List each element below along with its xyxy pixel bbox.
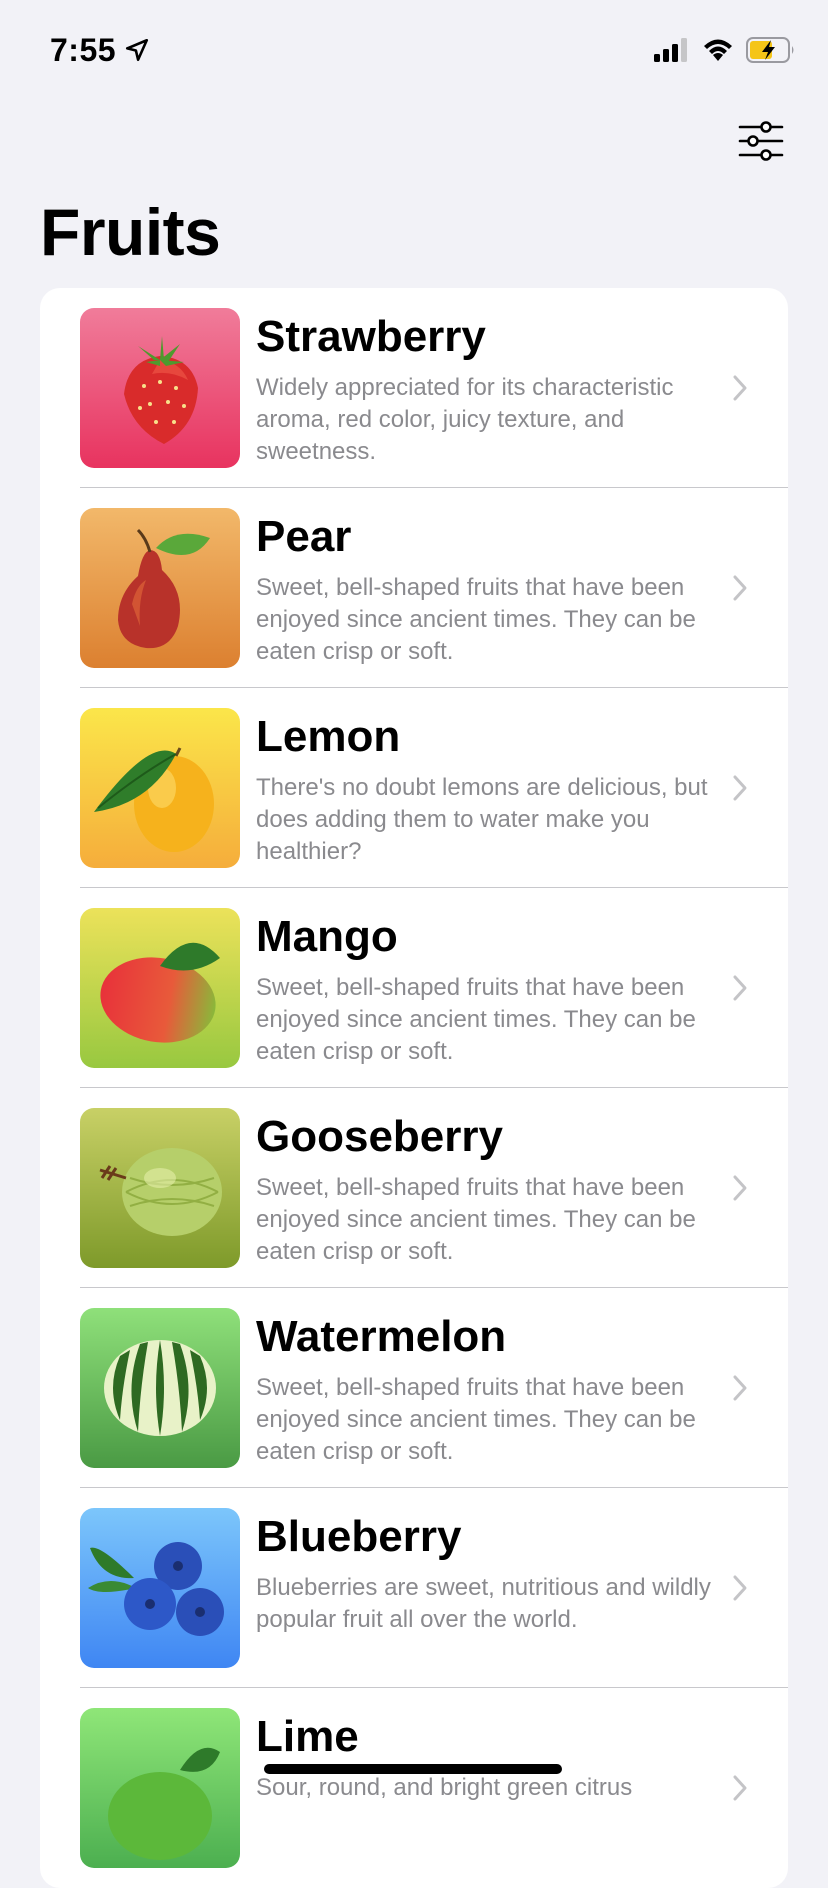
sliders-icon <box>738 121 784 161</box>
fruit-list: Strawberry Widely appreciated for its ch… <box>40 288 788 1888</box>
home-indicator[interactable] <box>264 1764 562 1774</box>
status-indicators <box>654 34 796 66</box>
chevron-right-icon <box>733 375 747 401</box>
watermelon-thumbnail <box>80 1308 240 1468</box>
fruit-description: Sour, round, and bright green citrus <box>256 1774 633 1801</box>
fruit-description: Widely appreciated for its characteristi… <box>256 374 674 465</box>
status-time-group: 7:55 <box>50 30 150 70</box>
filter-button[interactable] <box>738 120 784 162</box>
list-item-watermelon[interactable]: Watermelon Sweet, bell-shaped fruits tha… <box>40 1288 788 1488</box>
wifi-icon <box>704 39 732 61</box>
battery-charging-icon <box>746 37 794 63</box>
blueberry-thumbnail <box>80 1508 240 1668</box>
fruit-description: Sweet, bell-shaped fruits that have been… <box>256 974 696 1065</box>
fruit-name: Strawberry <box>256 312 486 361</box>
list-item-lemon[interactable]: Lemon There's no doubt lemons are delici… <box>40 688 788 888</box>
list-item-pear[interactable]: Pear Sweet, bell-shaped fruits that have… <box>40 488 788 688</box>
lemon-thumbnail <box>80 708 240 868</box>
fruit-description: Sweet, bell-shaped fruits that have been… <box>256 574 696 665</box>
status-time: 7:55 <box>50 31 117 68</box>
fruit-description: There's no doubt lemons are delicious, b… <box>256 774 708 865</box>
fruit-name: Lime <box>256 1712 359 1761</box>
list-item-blueberry[interactable]: Blueberry Blueberries are sweet, nutriti… <box>40 1488 788 1688</box>
chevron-right-icon <box>733 1775 747 1801</box>
fruit-description: Sweet, bell-shaped fruits that have been… <box>256 1174 696 1265</box>
chevron-right-icon <box>733 1175 747 1201</box>
chevron-right-icon <box>733 1575 747 1601</box>
fruit-name: Blueberry <box>256 1512 462 1561</box>
mango-thumbnail <box>80 908 240 1068</box>
location-arrow-icon <box>125 38 149 62</box>
chevron-right-icon <box>733 775 747 801</box>
strawberry-thumbnail <box>80 308 240 468</box>
list-item-gooseberry[interactable]: Gooseberry Sweet, bell-shaped fruits tha… <box>40 1088 788 1288</box>
list-item-lime[interactable]: Lime Sour, round, and bright green citru… <box>40 1688 788 1888</box>
lime-thumbnail <box>80 1708 240 1868</box>
chevron-right-icon <box>733 975 747 1001</box>
fruit-name: Watermelon <box>256 1312 507 1361</box>
status-bar: 7:55 <box>0 0 828 100</box>
page-title: Fruits <box>40 195 221 269</box>
chevron-right-icon <box>733 575 747 601</box>
list-item-mango[interactable]: Mango Sweet, bell-shaped fruits that hav… <box>40 888 788 1088</box>
fruit-name: Mango <box>256 912 398 961</box>
fruit-name: Lemon <box>256 712 401 761</box>
list-item-strawberry[interactable]: Strawberry Widely appreciated for its ch… <box>40 288 788 488</box>
fruit-description: Blueberries are sweet, nutritious and wi… <box>256 1574 711 1633</box>
gooseberry-thumbnail <box>80 1108 240 1268</box>
fruit-name: Gooseberry <box>256 1112 503 1161</box>
cellular-signal-icon <box>654 38 687 62</box>
pear-thumbnail <box>80 508 240 668</box>
chevron-right-icon <box>733 1375 747 1401</box>
fruit-name: Pear <box>256 512 352 561</box>
fruit-description: Sweet, bell-shaped fruits that have been… <box>256 1374 696 1465</box>
